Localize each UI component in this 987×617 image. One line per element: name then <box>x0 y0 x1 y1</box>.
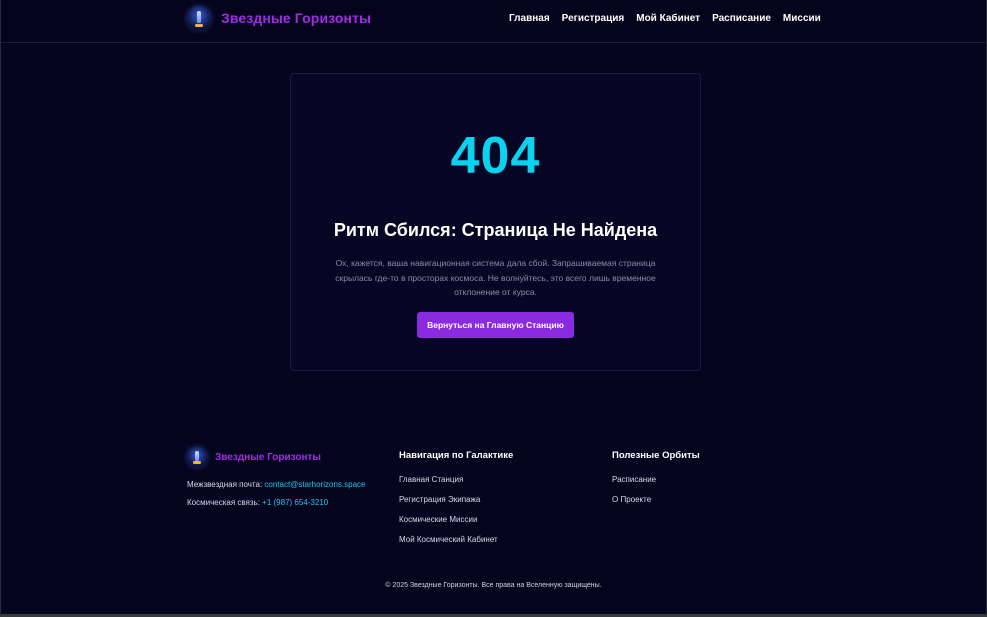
return-home-button[interactable]: Вернуться на Главную Станцию <box>417 312 574 338</box>
footer-link-crew-registration[interactable]: Регистрация Экипажа <box>399 495 513 504</box>
rocket-logo-icon <box>187 6 211 30</box>
nav-item-missions[interactable]: Миссии <box>783 13 821 24</box>
brand-name: Звездные Горизонты <box>221 10 372 26</box>
nav-item-schedule[interactable]: Расписание <box>712 13 771 24</box>
footer-orbits-heading: Полезные Орбиты <box>612 450 700 461</box>
site-header: Звездные Горизонты Главная Регистрация М… <box>1 0 986 43</box>
footer-about: Звездные Горизонты Межзвездная почта: co… <box>187 447 387 507</box>
footer-rocket-logo-icon <box>187 447 207 467</box>
error-title: Ритм Сбился: Страница Не Найдена <box>333 220 658 240</box>
nav-item-cabinet[interactable]: Мой Кабинет <box>636 13 700 24</box>
error-code: 404 <box>450 127 541 185</box>
error-message: Ох, кажется, ваша навигационная система … <box>335 258 656 297</box>
email-line: Межзвездная почта: contact@starhorizons.… <box>187 480 387 489</box>
phone-label: Космическая связь: <box>187 498 260 507</box>
footer-nav-heading: Навигация по Галактике <box>399 450 514 461</box>
page: Звездные Горизонты Главная Регистрация М… <box>0 0 987 617</box>
footer-orbits-column: Полезные Орбиты Расписание О Проекте <box>612 450 700 515</box>
error-card: 404 Ритм Сбился: Страница Не Найдена Ох,… <box>290 73 701 371</box>
nav-item-registration[interactable]: Регистрация <box>562 13 625 24</box>
footer-link-space-missions[interactable]: Космические Миссии <box>399 515 513 524</box>
footer-brand-link[interactable]: Звездные Горизонты <box>187 447 387 467</box>
footer-link-about[interactable]: О Проекте <box>612 495 700 504</box>
footer-link-space-cabinet[interactable]: Мой Космический Кабинет <box>399 535 513 544</box>
footer-link-schedule[interactable]: Расписание <box>612 475 700 484</box>
phone-link[interactable]: +1 (987) 654-3210 <box>262 498 328 507</box>
main-nav: Главная Регистрация Мой Кабинет Расписан… <box>509 13 821 24</box>
brand-link[interactable]: Звездные Горизонты <box>187 6 371 30</box>
nav-item-home[interactable]: Главная <box>509 13 550 24</box>
footer-brand-name: Звездные Горизонты <box>215 451 321 463</box>
footer-link-home-station[interactable]: Главная Станция <box>399 475 513 484</box>
email-label: Межзвездная почта: <box>187 480 263 489</box>
footer-nav-column: Навигация по Галактике Главная Станция Р… <box>399 450 513 555</box>
email-link[interactable]: contact@starhorizons.space <box>264 480 365 489</box>
copyright: © 2025 Звездные Горизонты. Все права на … <box>385 582 602 589</box>
phone-line: Космическая связь: +1 (987) 654-3210 <box>187 498 387 507</box>
